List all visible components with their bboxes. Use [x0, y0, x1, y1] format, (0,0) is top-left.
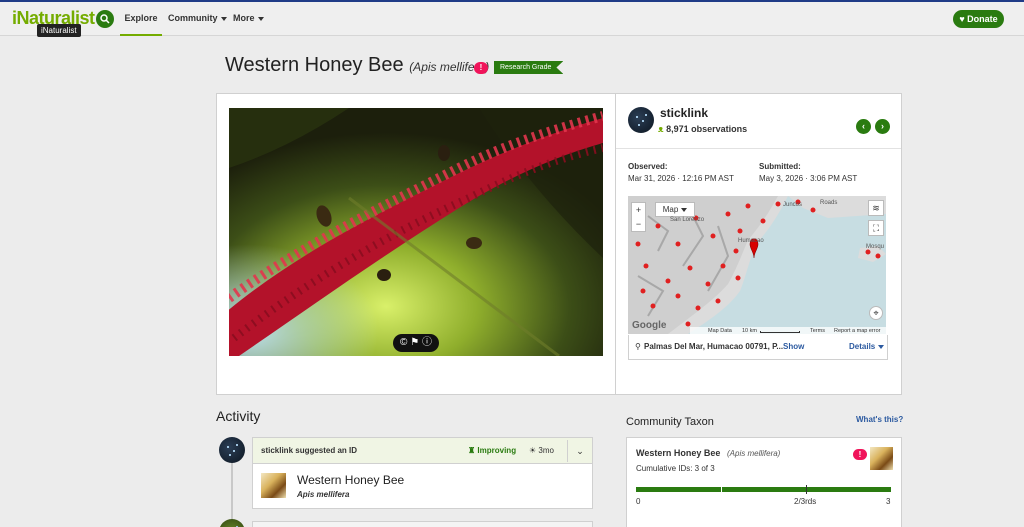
- layers-button[interactable]: ≋: [868, 200, 884, 216]
- user-divider: [616, 148, 901, 149]
- bug-icon: ☀: [529, 446, 537, 455]
- two-thirds-tick: [806, 485, 807, 494]
- fullscreen-icon: ⛶: [872, 223, 880, 233]
- location-bar: ⚲ Palmas Del Mar, Humacao 00791, P... Sh…: [628, 335, 888, 360]
- map-pin-icon: ⚲: [635, 342, 641, 351]
- map-label: Mosqu: [866, 244, 885, 250]
- observation-title: Western Honey Bee (Apis mellifera): [225, 54, 489, 77]
- scale-min: 0: [636, 497, 641, 506]
- cumulative-ids: Cumulative IDs: 3 of 3: [636, 464, 715, 473]
- map-label: Juncos: [783, 202, 803, 208]
- map-terms-link[interactable]: Terms: [810, 327, 825, 335]
- activity-heading: Activity: [216, 408, 261, 424]
- copyright-icon[interactable]: ©: [400, 337, 407, 348]
- map-data-link[interactable]: Map Data: [708, 327, 732, 335]
- map-type-select[interactable]: Map: [655, 202, 695, 217]
- next-identifier-avatar[interactable]: [219, 519, 245, 527]
- identifier-avatar[interactable]: [219, 437, 245, 463]
- locate-button[interactable]: ⌖: [869, 306, 883, 320]
- observed-date: Mar 31, 2026 · 12:16 PM AST: [628, 174, 734, 183]
- common-name: Western Honey Bee: [225, 54, 404, 76]
- layers-icon: ≋: [872, 203, 880, 213]
- chevron-right-icon: ›: [881, 121, 884, 131]
- logo-tooltip: iNaturalist: [37, 24, 81, 37]
- submitted-label: Submitted:: [759, 162, 801, 171]
- previous-observation-button[interactable]: ‹: [856, 119, 871, 134]
- photo-controls: © ⚑ ⓘ: [393, 334, 439, 352]
- community-taxon-heading: Community Taxon: [626, 416, 714, 428]
- map-zoom-controls: + −: [631, 202, 646, 232]
- map-scale-bar: [760, 331, 800, 333]
- zoom-in-button[interactable]: +: [632, 203, 645, 217]
- whats-this-link[interactable]: What's this?: [856, 415, 903, 424]
- fullscreen-button[interactable]: ⛶: [868, 220, 884, 236]
- identification-age: ☀ 3mo: [529, 446, 554, 455]
- community-taxon-common-name[interactable]: Western Honey Bee: [636, 448, 720, 458]
- report-map-error-link[interactable]: Report a map error: [834, 327, 880, 335]
- site-header: iNaturalist iNaturalist Explore Communit…: [0, 2, 1024, 37]
- scale-two-thirds: 2/3rds: [794, 497, 817, 506]
- community-alert-badge[interactable]: !: [853, 449, 867, 460]
- chevron-down-icon: ⌄: [576, 446, 584, 456]
- google-logo: Google: [632, 320, 667, 331]
- quality-grade-badge: Research Grade: [494, 61, 564, 74]
- next-activity-card: [252, 521, 593, 527]
- avatar[interactable]: [628, 107, 654, 133]
- community-taxon-scientific-name[interactable]: (Apis mellifera): [727, 449, 780, 458]
- submitted-date: May 3, 2026 · 3:06 PM AST: [759, 174, 858, 183]
- zoom-out-button[interactable]: −: [632, 217, 645, 231]
- observation-count[interactable]: ᴥ 8,971 observations: [658, 124, 747, 134]
- heart-icon: ♥: [959, 14, 965, 24]
- scale-max: 3: [886, 497, 891, 506]
- next-observation-button[interactable]: ›: [875, 119, 890, 134]
- chevron-left-icon: ‹: [862, 121, 865, 131]
- identification-menu-button[interactable]: ⌄: [567, 440, 592, 462]
- nav-explore[interactable]: Explore: [120, 2, 162, 36]
- nav-more[interactable]: More: [233, 2, 264, 36]
- observation-map[interactable]: + − Map ≋ ⛶ ⌖ Google Juncos Humacao San …: [628, 196, 886, 334]
- map-label: San Lorenzo: [670, 217, 705, 223]
- locate-icon: ⌖: [873, 308, 879, 318]
- details-dropdown[interactable]: Details: [849, 335, 885, 358]
- search-button[interactable]: [96, 10, 114, 28]
- show-location-link[interactable]: Show: [783, 335, 804, 358]
- alert-badge[interactable]: !: [474, 62, 488, 74]
- taxon-thumbnail[interactable]: [261, 473, 286, 498]
- identified-scientific-name[interactable]: Apis mellifera: [297, 490, 349, 499]
- identification-card: sticklink suggested an ID ♜ Improving ☀ …: [252, 437, 593, 509]
- chevron-down-icon: [878, 344, 885, 349]
- info-icon[interactable]: ⓘ: [422, 337, 432, 348]
- community-taxon-card: Western Honey Bee (Apis mellifera) ! Cum…: [626, 437, 902, 527]
- agreement-tick: [721, 485, 722, 494]
- search-icon: [100, 14, 110, 24]
- chevron-down-icon: [257, 16, 264, 21]
- donate-button[interactable]: ♥ Donate: [953, 10, 1004, 28]
- identification-summary: sticklink suggested an ID: [261, 446, 358, 455]
- map-label: Roads: [820, 200, 838, 206]
- chevron-down-icon: [681, 207, 688, 212]
- improving-status: ♜ Improving: [468, 446, 517, 455]
- map-scale: 10 km: [742, 328, 757, 334]
- activity-timeline: [231, 462, 233, 522]
- map-footer: Map Data 10 km Terms Report a map error: [690, 327, 886, 335]
- agreement-bar: [636, 487, 891, 492]
- map-label: Humacao: [738, 238, 764, 244]
- trophy-icon: ♜: [468, 446, 476, 455]
- identified-common-name[interactable]: Western Honey Bee: [297, 473, 404, 487]
- nav-community[interactable]: Community: [168, 2, 227, 36]
- flag-icon[interactable]: ⚑: [410, 337, 419, 348]
- community-taxon-thumbnail[interactable]: [870, 447, 893, 470]
- panel-divider: [615, 93, 616, 395]
- location-text: Palmas Del Mar, Humacao 00791, P...: [644, 342, 784, 351]
- chevron-down-icon: [220, 16, 227, 21]
- observation-photo[interactable]: [229, 108, 603, 356]
- identification-header: sticklink suggested an ID ♜ Improving ☀ …: [253, 438, 592, 464]
- observed-label: Observed:: [628, 162, 668, 171]
- username-link[interactable]: sticklink: [660, 106, 708, 120]
- binoculars-icon: ᴥ: [658, 124, 664, 134]
